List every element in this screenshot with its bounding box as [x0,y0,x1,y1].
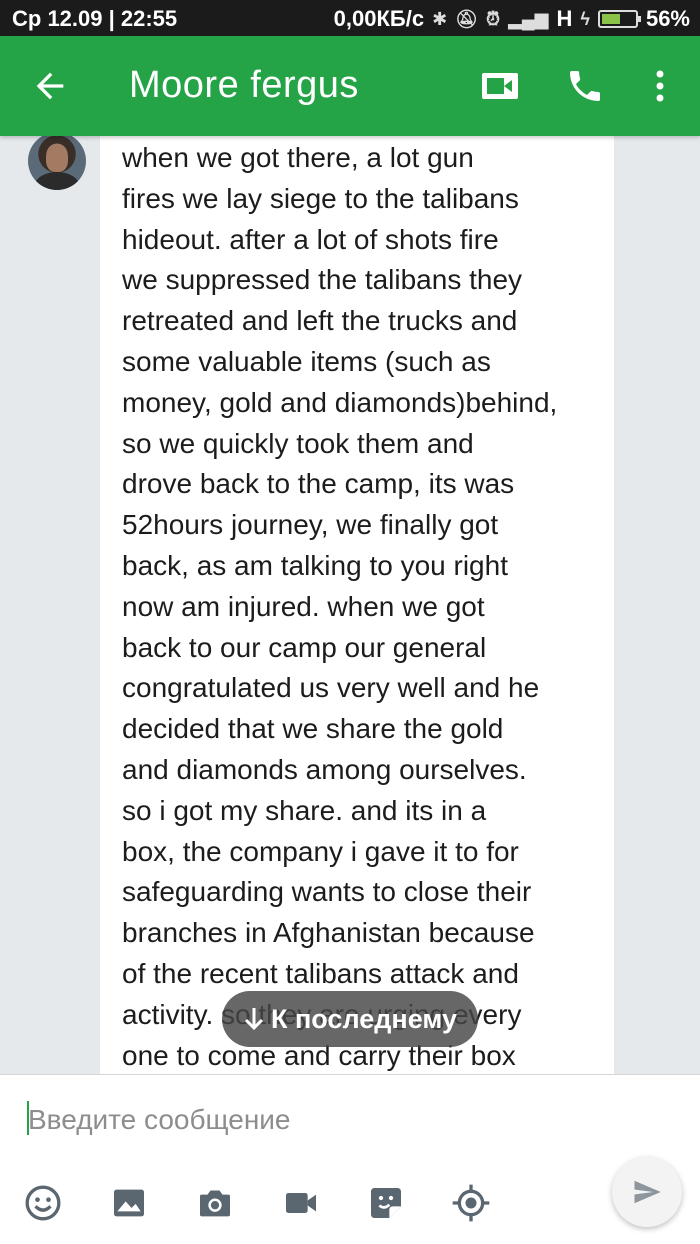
emoji-icon[interactable] [23,1183,63,1223]
chat-area[interactable]: when we got there, a lot gun fires we lay… [0,136,700,1074]
message-input[interactable] [28,1101,588,1139]
message-line: money, gold and diamonds)behind, [122,386,558,418]
camera-icon[interactable] [195,1183,235,1223]
message-text: when we got there, a lot gun fires we lay… [122,138,607,1074]
message-line: so we quickly took them and [122,427,474,459]
contact-name[interactable]: Moore fergus [129,64,359,107]
gallery-icon[interactable] [109,1183,149,1223]
message-line: back, as am talking to you right [122,549,508,581]
message-line: safeguarding wants to close their [122,876,532,908]
video-call-icon[interactable] [480,68,520,104]
network-type: H [556,6,573,31]
status-right: 0,00КБ/с ✱ 🔕︎ ⏰︎ ▂▄▆ H ϟ 56% [334,6,690,32]
battery-fill [601,14,620,24]
charging-icon: ϟ [580,8,590,29]
message-line: and diamonds among ourselves. [122,753,527,785]
message-line: so i got my share. and its in a [122,794,487,826]
message-line: 52hours journey, we finally got [122,509,499,541]
message-line: box, the company i gave it to for [122,835,519,867]
jump-to-latest-button[interactable]: К последнему [222,991,478,1047]
message-line: back to our camp our general [122,631,487,663]
message-line: fires we lay siege to the talibans [122,182,519,214]
avatar[interactable] [28,136,86,190]
sticker-icon[interactable] [366,1183,406,1223]
avatar-shirt [34,172,80,190]
message-line: of the recent talibans attack and [122,957,519,989]
message-line: congratulated us very well and he [122,672,540,704]
message-line: some valuable items (such as [122,345,491,377]
battery-percent: 56% [645,6,690,31]
send-icon [634,1180,661,1204]
message-line: retreated and left the trucks and [122,305,518,337]
send-button[interactable] [612,1157,682,1227]
more-vert-icon[interactable] [650,66,670,106]
message-line: we suppressed the talibans they [122,264,523,296]
phone-icon[interactable] [565,66,605,106]
mute-icon: 🔕︎ [455,8,479,29]
signal-icon: ▂▄▆ [508,8,549,29]
message-line: branches in Afghanistan because [122,917,535,949]
message-line: now am injured. when we got [122,590,485,622]
message-line: hideout. after a lot of shots fire [122,223,499,255]
network-speed: 0,00КБ/с [333,6,425,31]
arrow-down-icon [244,1008,264,1031]
status-bar: Ср 12.09 | 22:55 0,00КБ/с ✱ 🔕︎ ⏰︎ ▂▄▆ H … [0,0,700,36]
message-line: decided that we share the gold [122,713,504,745]
battery-icon [597,10,641,28]
avatar-face [46,144,68,172]
message-bubble[interactable]: when we got there, a lot gun fires we lay… [100,136,614,1074]
video-icon[interactable] [281,1183,321,1223]
bluetooth-icon: ✱ [432,8,448,29]
alarm-icon: ⏰︎ [486,8,501,29]
message-line: when we got there, a lot gun [122,142,474,173]
app-bar: Moore fergus [0,36,700,136]
status-datetime: Ср 12.09 | 22:55 [12,6,178,31]
back-arrow-icon[interactable] [30,66,70,106]
message-line: drove back to the camp, its was [122,468,515,500]
composer [0,1074,700,1244]
jump-label: К последнему [271,1003,457,1034]
location-icon[interactable] [451,1183,491,1223]
